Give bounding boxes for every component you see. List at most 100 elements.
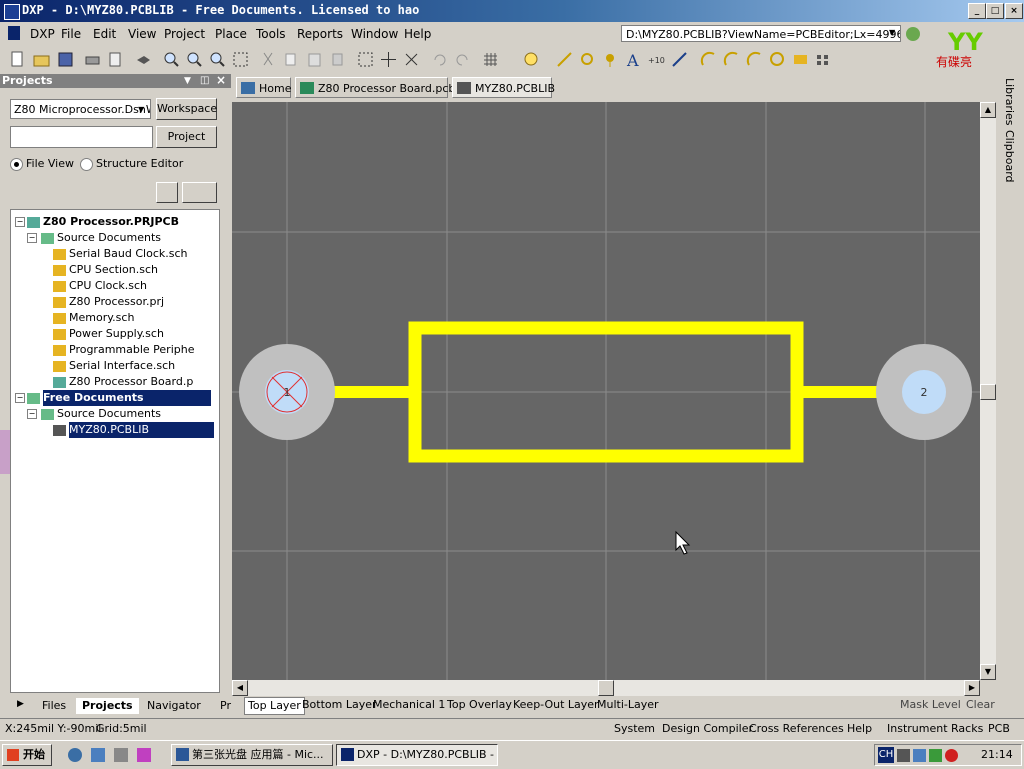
place-coordinate-icon[interactable]: +10,10 bbox=[648, 51, 678, 68]
compile-icon[interactable] bbox=[156, 182, 178, 203]
menu-tools[interactable]: Tools bbox=[256, 27, 286, 41]
menu-place[interactable]: Place bbox=[215, 27, 247, 41]
scroll-left-icon[interactable]: ◀ bbox=[232, 680, 248, 696]
minimize-button[interactable]: _ bbox=[968, 3, 986, 19]
menu-help[interactable]: Help bbox=[404, 27, 431, 41]
vertical-scrollbar[interactable]: ▲ ▼ bbox=[980, 102, 996, 680]
ie-icon[interactable] bbox=[68, 748, 82, 762]
structure-editor-radio[interactable] bbox=[80, 158, 93, 171]
place-line-icon[interactable] bbox=[556, 51, 573, 68]
fill-icon[interactable] bbox=[792, 51, 809, 68]
open-folder-icon[interactable] bbox=[33, 51, 50, 68]
layer-keepout[interactable]: Keep-Out Layer bbox=[513, 697, 599, 713]
tree-file[interactable]: Memory.sch bbox=[53, 310, 134, 326]
tree-root[interactable]: − Z80 Processor.PRJPCB bbox=[13, 214, 179, 230]
print-icon[interactable] bbox=[84, 51, 101, 68]
layer-bottom[interactable]: Bottom Layer bbox=[302, 697, 377, 713]
new-document-icon[interactable] bbox=[9, 51, 26, 68]
tab-libraries[interactable]: Libraries bbox=[1003, 78, 1016, 126]
menu-project[interactable]: Project bbox=[164, 27, 205, 41]
panel-menu-icon[interactable]: ▼ bbox=[184, 74, 191, 88]
undo-icon[interactable] bbox=[431, 51, 448, 68]
tab-scroll-icon[interactable]: ▶ bbox=[17, 699, 24, 709]
task-word[interactable]: 第三张光盘 应用篇 - Mic... bbox=[171, 744, 333, 766]
horizontal-scrollbar[interactable]: ◀ ▶ bbox=[232, 680, 980, 696]
task-dxp[interactable]: DXP - D:\MYZ80.PCBLIB - ... bbox=[336, 744, 498, 766]
paste-icon[interactable] bbox=[306, 51, 323, 68]
status-cross-references[interactable]: Cross References bbox=[749, 722, 844, 735]
zoom-out-icon[interactable] bbox=[186, 51, 203, 68]
workspace-combo[interactable]: Z80 Microprocessor.DsnW bbox=[10, 99, 151, 119]
rubber-stamp-icon[interactable] bbox=[329, 51, 346, 68]
status-instrument-racks[interactable]: Instrument Racks bbox=[887, 722, 983, 735]
zoom-fit-icon[interactable] bbox=[209, 51, 226, 68]
maximize-button[interactable]: □ bbox=[986, 3, 1004, 19]
collapse-icon[interactable]: − bbox=[27, 409, 37, 419]
network-icon[interactable] bbox=[913, 749, 926, 762]
menu-edit[interactable]: Edit bbox=[93, 27, 116, 41]
file-view-radio[interactable] bbox=[10, 158, 23, 171]
pin-icon[interactable]: ◫ bbox=[200, 74, 209, 88]
workspace-button[interactable]: Workspace bbox=[156, 98, 217, 120]
help-icon[interactable] bbox=[523, 51, 540, 68]
status-help[interactable]: Help bbox=[847, 722, 872, 735]
copy-icon[interactable] bbox=[283, 51, 300, 68]
tree-file[interactable]: CPU Section.sch bbox=[53, 262, 158, 278]
tree-file[interactable]: Z80 Processor Board.p bbox=[53, 374, 193, 390]
tree-file[interactable]: Power Supply.sch bbox=[53, 326, 164, 342]
tree-file[interactable]: CPU Clock.sch bbox=[53, 278, 147, 294]
status-design-compiler[interactable]: Design Compiler bbox=[662, 722, 753, 735]
tab-navigator[interactable]: Navigator bbox=[141, 698, 207, 714]
tab-files[interactable]: Files bbox=[36, 698, 72, 714]
menu-dxp[interactable]: DXP bbox=[30, 27, 55, 41]
move-icon[interactable] bbox=[380, 51, 397, 68]
tree-file[interactable]: Programmable Periphe bbox=[53, 342, 194, 358]
zoom-in-icon[interactable] bbox=[163, 51, 180, 68]
layer-top[interactable]: Top Layer bbox=[244, 697, 305, 715]
scroll-thumb[interactable] bbox=[980, 384, 996, 400]
tab-pcb[interactable]: Z80 Processor Board.pcb bbox=[295, 77, 455, 98]
grid-icon[interactable] bbox=[482, 51, 499, 68]
layers-icon[interactable] bbox=[135, 51, 152, 68]
deselect-icon[interactable] bbox=[403, 51, 420, 68]
place-string-icon[interactable]: A bbox=[625, 51, 642, 70]
place-pad-icon[interactable] bbox=[579, 51, 596, 68]
pcb-canvas[interactable]: 1 2 bbox=[232, 102, 980, 680]
clear-button[interactable]: Clear bbox=[966, 697, 995, 713]
collapse-icon[interactable]: − bbox=[15, 393, 25, 403]
tree-folder-source-1[interactable]: − Source Documents bbox=[13, 230, 161, 246]
layer-multi[interactable]: Multi-Layer bbox=[597, 697, 659, 713]
project-options-icon[interactable] bbox=[182, 182, 217, 203]
workspace-dropdown-icon[interactable]: ▼ bbox=[138, 105, 144, 114]
print-preview-icon[interactable] bbox=[107, 51, 124, 68]
tray-app-icon[interactable] bbox=[929, 749, 942, 762]
project-field[interactable] bbox=[10, 126, 153, 148]
scroll-right-icon[interactable]: ▶ bbox=[964, 680, 980, 696]
scroll-up-icon[interactable]: ▲ bbox=[980, 102, 996, 118]
tree-folder-source-2[interactable]: − Source Documents bbox=[13, 406, 161, 422]
select-area-icon[interactable] bbox=[357, 51, 374, 68]
tree-file[interactable]: Serial Interface.sch bbox=[53, 358, 175, 374]
tab-pcblib[interactable]: MYZ80.PCBLIB bbox=[452, 77, 555, 98]
scroll-thumb[interactable] bbox=[598, 680, 614, 696]
start-button[interactable]: 开始 bbox=[2, 744, 52, 766]
arc-any-icon[interactable] bbox=[746, 51, 763, 68]
tab-projects[interactable]: Projects bbox=[76, 698, 139, 714]
array-paste-icon[interactable] bbox=[815, 51, 832, 68]
status-pcb[interactable]: PCB bbox=[988, 722, 1010, 735]
arc-edge-icon[interactable] bbox=[723, 51, 740, 68]
layer-mechanical[interactable]: Mechanical 1 bbox=[373, 697, 445, 713]
zoom-area-icon[interactable] bbox=[232, 51, 249, 68]
menu-file[interactable]: File bbox=[61, 27, 81, 41]
place-via-icon[interactable] bbox=[602, 51, 619, 68]
tray-language[interactable]: CH bbox=[878, 747, 894, 763]
redo-icon[interactable] bbox=[454, 51, 471, 68]
antivirus-icon[interactable] bbox=[945, 749, 958, 762]
address-dropdown-icon[interactable]: ▼ bbox=[889, 28, 895, 37]
close-button[interactable]: × bbox=[1005, 3, 1023, 19]
status-system[interactable]: System bbox=[614, 722, 655, 735]
layer-top-overlay[interactable]: Top Overlay bbox=[447, 697, 512, 713]
scroll-down-icon[interactable]: ▼ bbox=[980, 664, 996, 680]
go-back-icon[interactable] bbox=[906, 27, 920, 41]
tree-file[interactable]: Z80 Processor.prj bbox=[53, 294, 164, 310]
